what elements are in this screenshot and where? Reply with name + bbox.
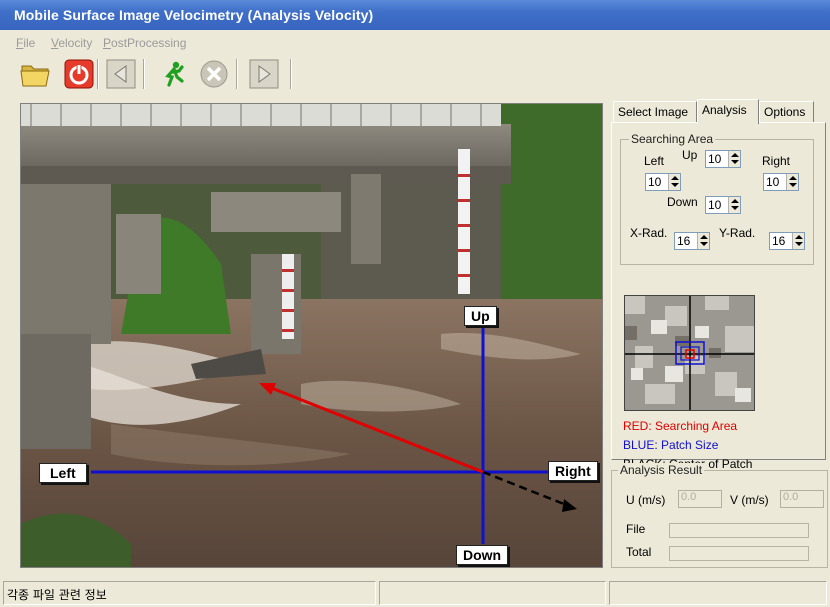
analysis-result-legend: Analysis Result <box>618 463 705 477</box>
image-viewer[interactable]: Up Down Left Right <box>20 103 603 568</box>
toolbar-separator <box>97 59 99 89</box>
tab-options[interactable]: Options <box>759 101 814 123</box>
left-spinner-arrows[interactable] <box>668 174 680 190</box>
open-folder-button[interactable] <box>18 57 52 91</box>
tab-select-image[interactable]: Select Image <box>613 101 697 123</box>
step-forward-button[interactable] <box>247 57 281 91</box>
status-pane-2 <box>379 581 606 605</box>
up-spinner[interactable]: 10 <box>705 150 741 168</box>
menu-file[interactable]: File <box>16 36 35 50</box>
yrad-label: Y-Rad. <box>719 226 756 240</box>
down-field-label: Down <box>667 195 698 209</box>
up-field-label: Up <box>682 148 698 162</box>
searching-area-group: Searching Area Up 10 Left Right 10 10 Do… <box>620 132 814 265</box>
down-value: 10 <box>708 198 722 212</box>
step-forward-icon <box>249 59 279 89</box>
right-label: Right <box>548 461 598 481</box>
left-value: 10 <box>648 175 662 189</box>
toolbar-separator <box>236 59 238 89</box>
status-text: 각종 파일 관련 정보 <box>7 588 107 602</box>
down-label: Down <box>456 545 509 565</box>
side-panel: Select Image Analysis Options Searching … <box>611 99 828 471</box>
yrad-spinner[interactable]: 16 <box>769 232 805 250</box>
xrad-value: 16 <box>677 234 691 248</box>
right-value: 10 <box>766 175 780 189</box>
right-spinner[interactable]: 10 <box>763 173 799 191</box>
step-back-icon <box>106 59 136 89</box>
app-window: Mobile Surface Image Velocimetry (Analys… <box>0 0 830 607</box>
window-title: Mobile Surface Image Velocimetry (Analys… <box>14 7 374 23</box>
xrad-spinner-arrows[interactable] <box>697 233 709 249</box>
xrad-label: X-Rad. <box>630 226 668 240</box>
file-label: File <box>626 522 646 536</box>
left-spinner[interactable]: 10 <box>645 173 681 191</box>
stop-icon <box>200 60 228 88</box>
searching-area-legend: Searching Area <box>629 132 716 146</box>
up-value: 10 <box>708 152 722 166</box>
toolbar-separator <box>143 59 145 89</box>
legend-red: RED: Searching Area <box>623 419 738 433</box>
status-pane-3 <box>609 581 827 605</box>
tab-analysis-label: Analysis <box>702 103 747 117</box>
v-value-field[interactable]: 0.0 <box>780 490 824 508</box>
u-value-field[interactable]: 0.0 <box>678 490 722 508</box>
patch-preview <box>624 295 755 411</box>
v-label: V (m/s) <box>730 493 769 507</box>
run-icon <box>165 61 184 87</box>
river-scene-image <box>21 104 602 567</box>
analysis-result-group: Analysis Result U (m/s) 0.0 V (m/s) 0.0 … <box>611 463 828 568</box>
menu-velocity[interactable]: Velocity <box>51 36 92 50</box>
run-button[interactable] <box>156 57 190 91</box>
tab-analysis[interactable]: Analysis <box>697 99 759 124</box>
menu-postprocessing[interactable]: PostProcessing <box>103 36 186 50</box>
stop-button[interactable] <box>197 57 231 91</box>
right-spinner-arrows[interactable] <box>786 174 798 190</box>
power-button[interactable] <box>62 57 96 91</box>
file-progress-bar <box>669 523 809 538</box>
total-label: Total <box>626 545 652 559</box>
left-field-label: Left <box>644 154 665 168</box>
step-back-button[interactable] <box>104 57 138 91</box>
right-field-label: Right <box>762 154 791 168</box>
yrad-spinner-arrows[interactable] <box>792 233 804 249</box>
folder-open-icon <box>20 65 50 87</box>
xrad-spinner[interactable]: 16 <box>674 232 710 250</box>
legend-blue: BLUE: Patch Size <box>623 438 719 452</box>
power-icon <box>64 59 94 89</box>
left-label: Left <box>39 463 87 483</box>
tab-select-image-label: Select Image <box>618 105 689 119</box>
total-progress-bar <box>669 546 809 561</box>
u-label: U (m/s) <box>626 493 666 507</box>
analysis-tab-body: Searching Area Up 10 Left Right 10 10 Do… <box>611 122 826 471</box>
menu-bar: File Velocity PostProcessing <box>0 33 830 53</box>
up-label: Up <box>464 306 497 326</box>
down-spinner[interactable]: 10 <box>705 196 741 214</box>
toolbar <box>0 54 830 94</box>
down-spinner-arrows[interactable] <box>728 197 740 213</box>
yrad-value: 16 <box>772 234 786 248</box>
status-pane-main: 각종 파일 관련 정보 <box>3 581 376 605</box>
status-bar: 각종 파일 관련 정보 <box>0 578 830 607</box>
up-spinner-arrows[interactable] <box>728 151 740 167</box>
toolbar-separator <box>290 59 292 89</box>
patch-preview-image <box>625 296 754 410</box>
title-bar[interactable]: Mobile Surface Image Velocimetry (Analys… <box>0 0 830 30</box>
tab-options-label: Options <box>764 105 806 119</box>
